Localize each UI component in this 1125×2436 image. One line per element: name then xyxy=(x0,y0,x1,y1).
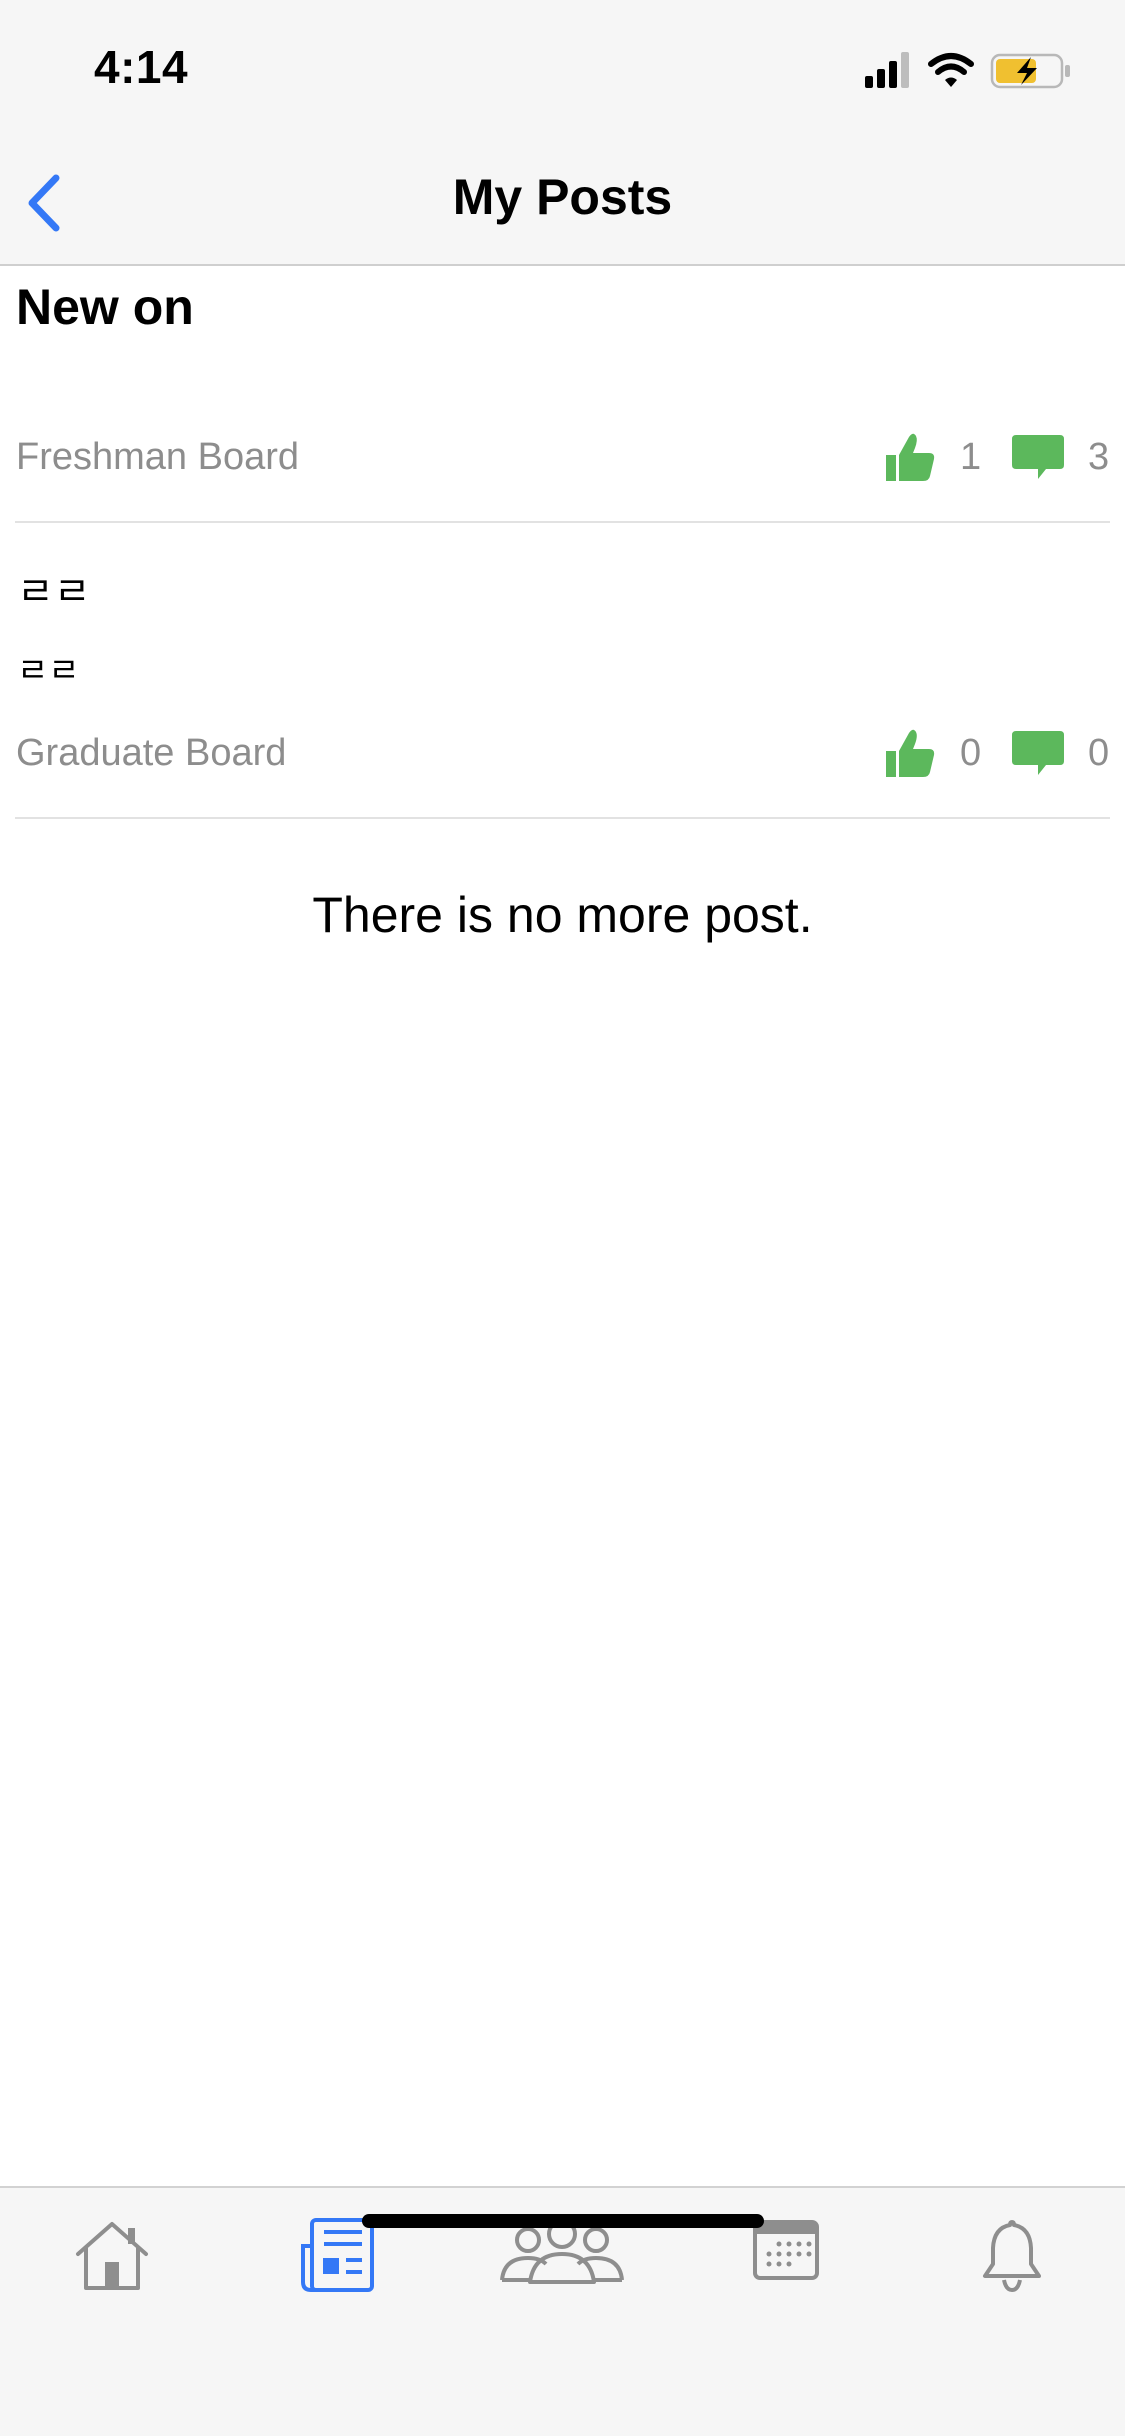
post-item[interactable]: ㄹㄹ ㄹㄹ Graduate Board 0 0 xyxy=(15,523,1110,819)
post-title: New on xyxy=(16,279,194,335)
people-icon xyxy=(500,2219,624,2284)
post-stats: 1 3 xyxy=(882,429,1110,485)
newspaper-icon xyxy=(301,2218,374,2292)
cellular-signal-icon xyxy=(865,52,909,88)
screen: 4:14 My Posts New on Freshman Board 1 3 … xyxy=(0,0,1125,2436)
post-board-name: Freshman Board xyxy=(16,436,300,478)
nav-bar: My Posts xyxy=(0,140,1125,266)
calendar-icon xyxy=(753,2220,819,2280)
thumbs-up-icon xyxy=(886,729,935,777)
battery-charging-icon xyxy=(990,53,1070,89)
post-board-name: Graduate Board xyxy=(16,732,287,774)
comment-count: 3 xyxy=(1088,435,1110,478)
post-item[interactable]: New on Freshman Board 1 3 xyxy=(15,266,1110,523)
post-title: ㄹㄹ xyxy=(17,569,91,615)
tab-home[interactable] xyxy=(72,2216,152,2306)
post-preview: ㄹㄹ xyxy=(17,651,80,691)
status-icons xyxy=(865,46,1085,94)
status-bar: 4:14 xyxy=(0,0,1125,140)
like-count: 0 xyxy=(960,731,982,774)
home-icon xyxy=(76,2222,148,2290)
status-time: 4:14 xyxy=(94,41,189,93)
tab-calendar[interactable] xyxy=(752,2216,820,2306)
like-count: 1 xyxy=(960,435,982,478)
tab-board[interactable] xyxy=(298,2216,376,2306)
comment-icon xyxy=(1012,731,1064,775)
page-title: My Posts xyxy=(452,169,673,225)
comment-icon xyxy=(1012,435,1064,479)
post-list: New on Freshman Board 1 3 ㄹㄹ ㄹㄹ Graduate… xyxy=(0,266,1125,943)
post-stats: 0 0 xyxy=(882,725,1110,781)
tab-people[interactable] xyxy=(500,2216,624,2306)
tab-notifications[interactable] xyxy=(980,2216,1044,2306)
wifi-icon xyxy=(928,53,974,87)
comment-count: 0 xyxy=(1088,731,1110,774)
thumbs-up-icon xyxy=(886,433,935,481)
home-indicator[interactable] xyxy=(362,2214,764,2228)
end-of-list-message: There is no more post. xyxy=(312,887,813,943)
bell-icon xyxy=(983,2220,1041,2293)
